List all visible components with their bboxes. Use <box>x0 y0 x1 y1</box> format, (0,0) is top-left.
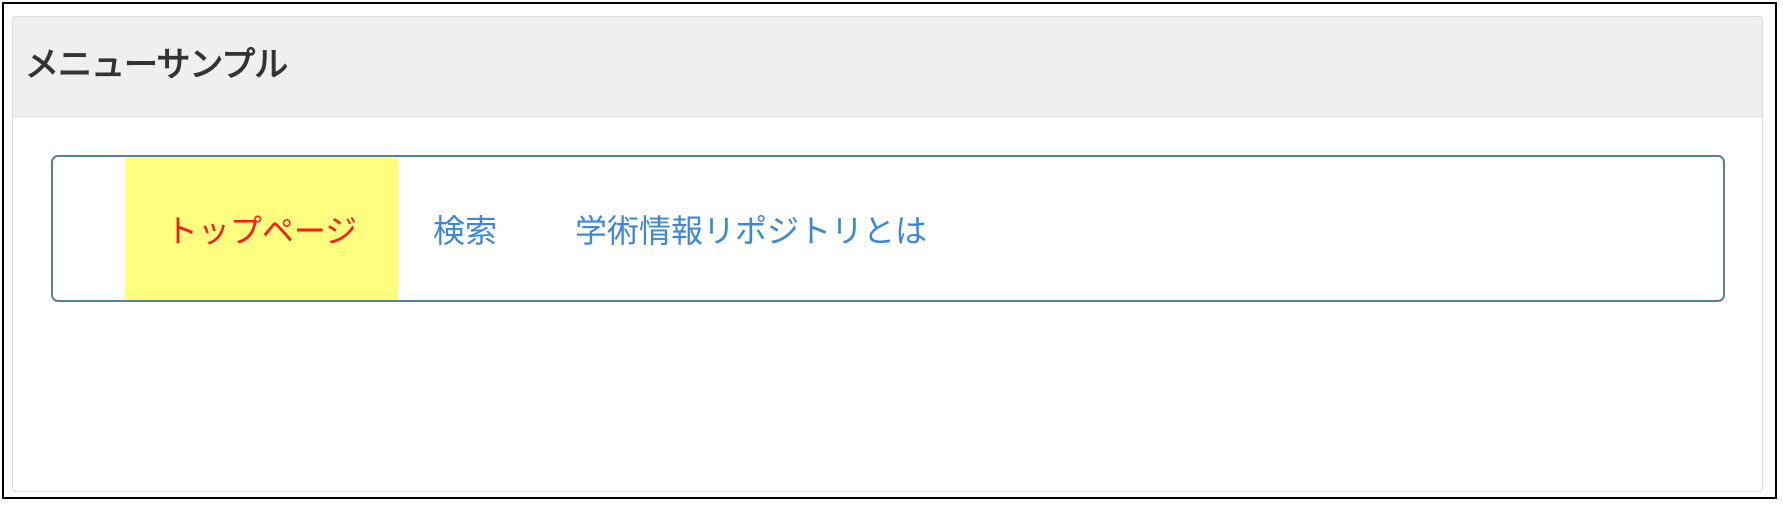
panel-title: メニューサンプル <box>25 45 288 85</box>
panel-header: メニューサンプル <box>13 17 1762 117</box>
menu-item-search[interactable]: 検索 <box>433 157 523 300</box>
menu-bar: トップページ 検索 学術情報リポジトリとは <box>51 155 1725 302</box>
menu-sample-panel: メニューサンプル トップページ 検索 学術情報リポジトリとは <box>12 16 1763 492</box>
menu-item-about-repository[interactable]: 学術情報リポジトリとは <box>575 157 965 300</box>
screenshot-frame: メニューサンプル トップページ 検索 学術情報リポジトリとは <box>2 2 1777 499</box>
menu-item-top-page[interactable]: トップページ <box>125 157 398 300</box>
